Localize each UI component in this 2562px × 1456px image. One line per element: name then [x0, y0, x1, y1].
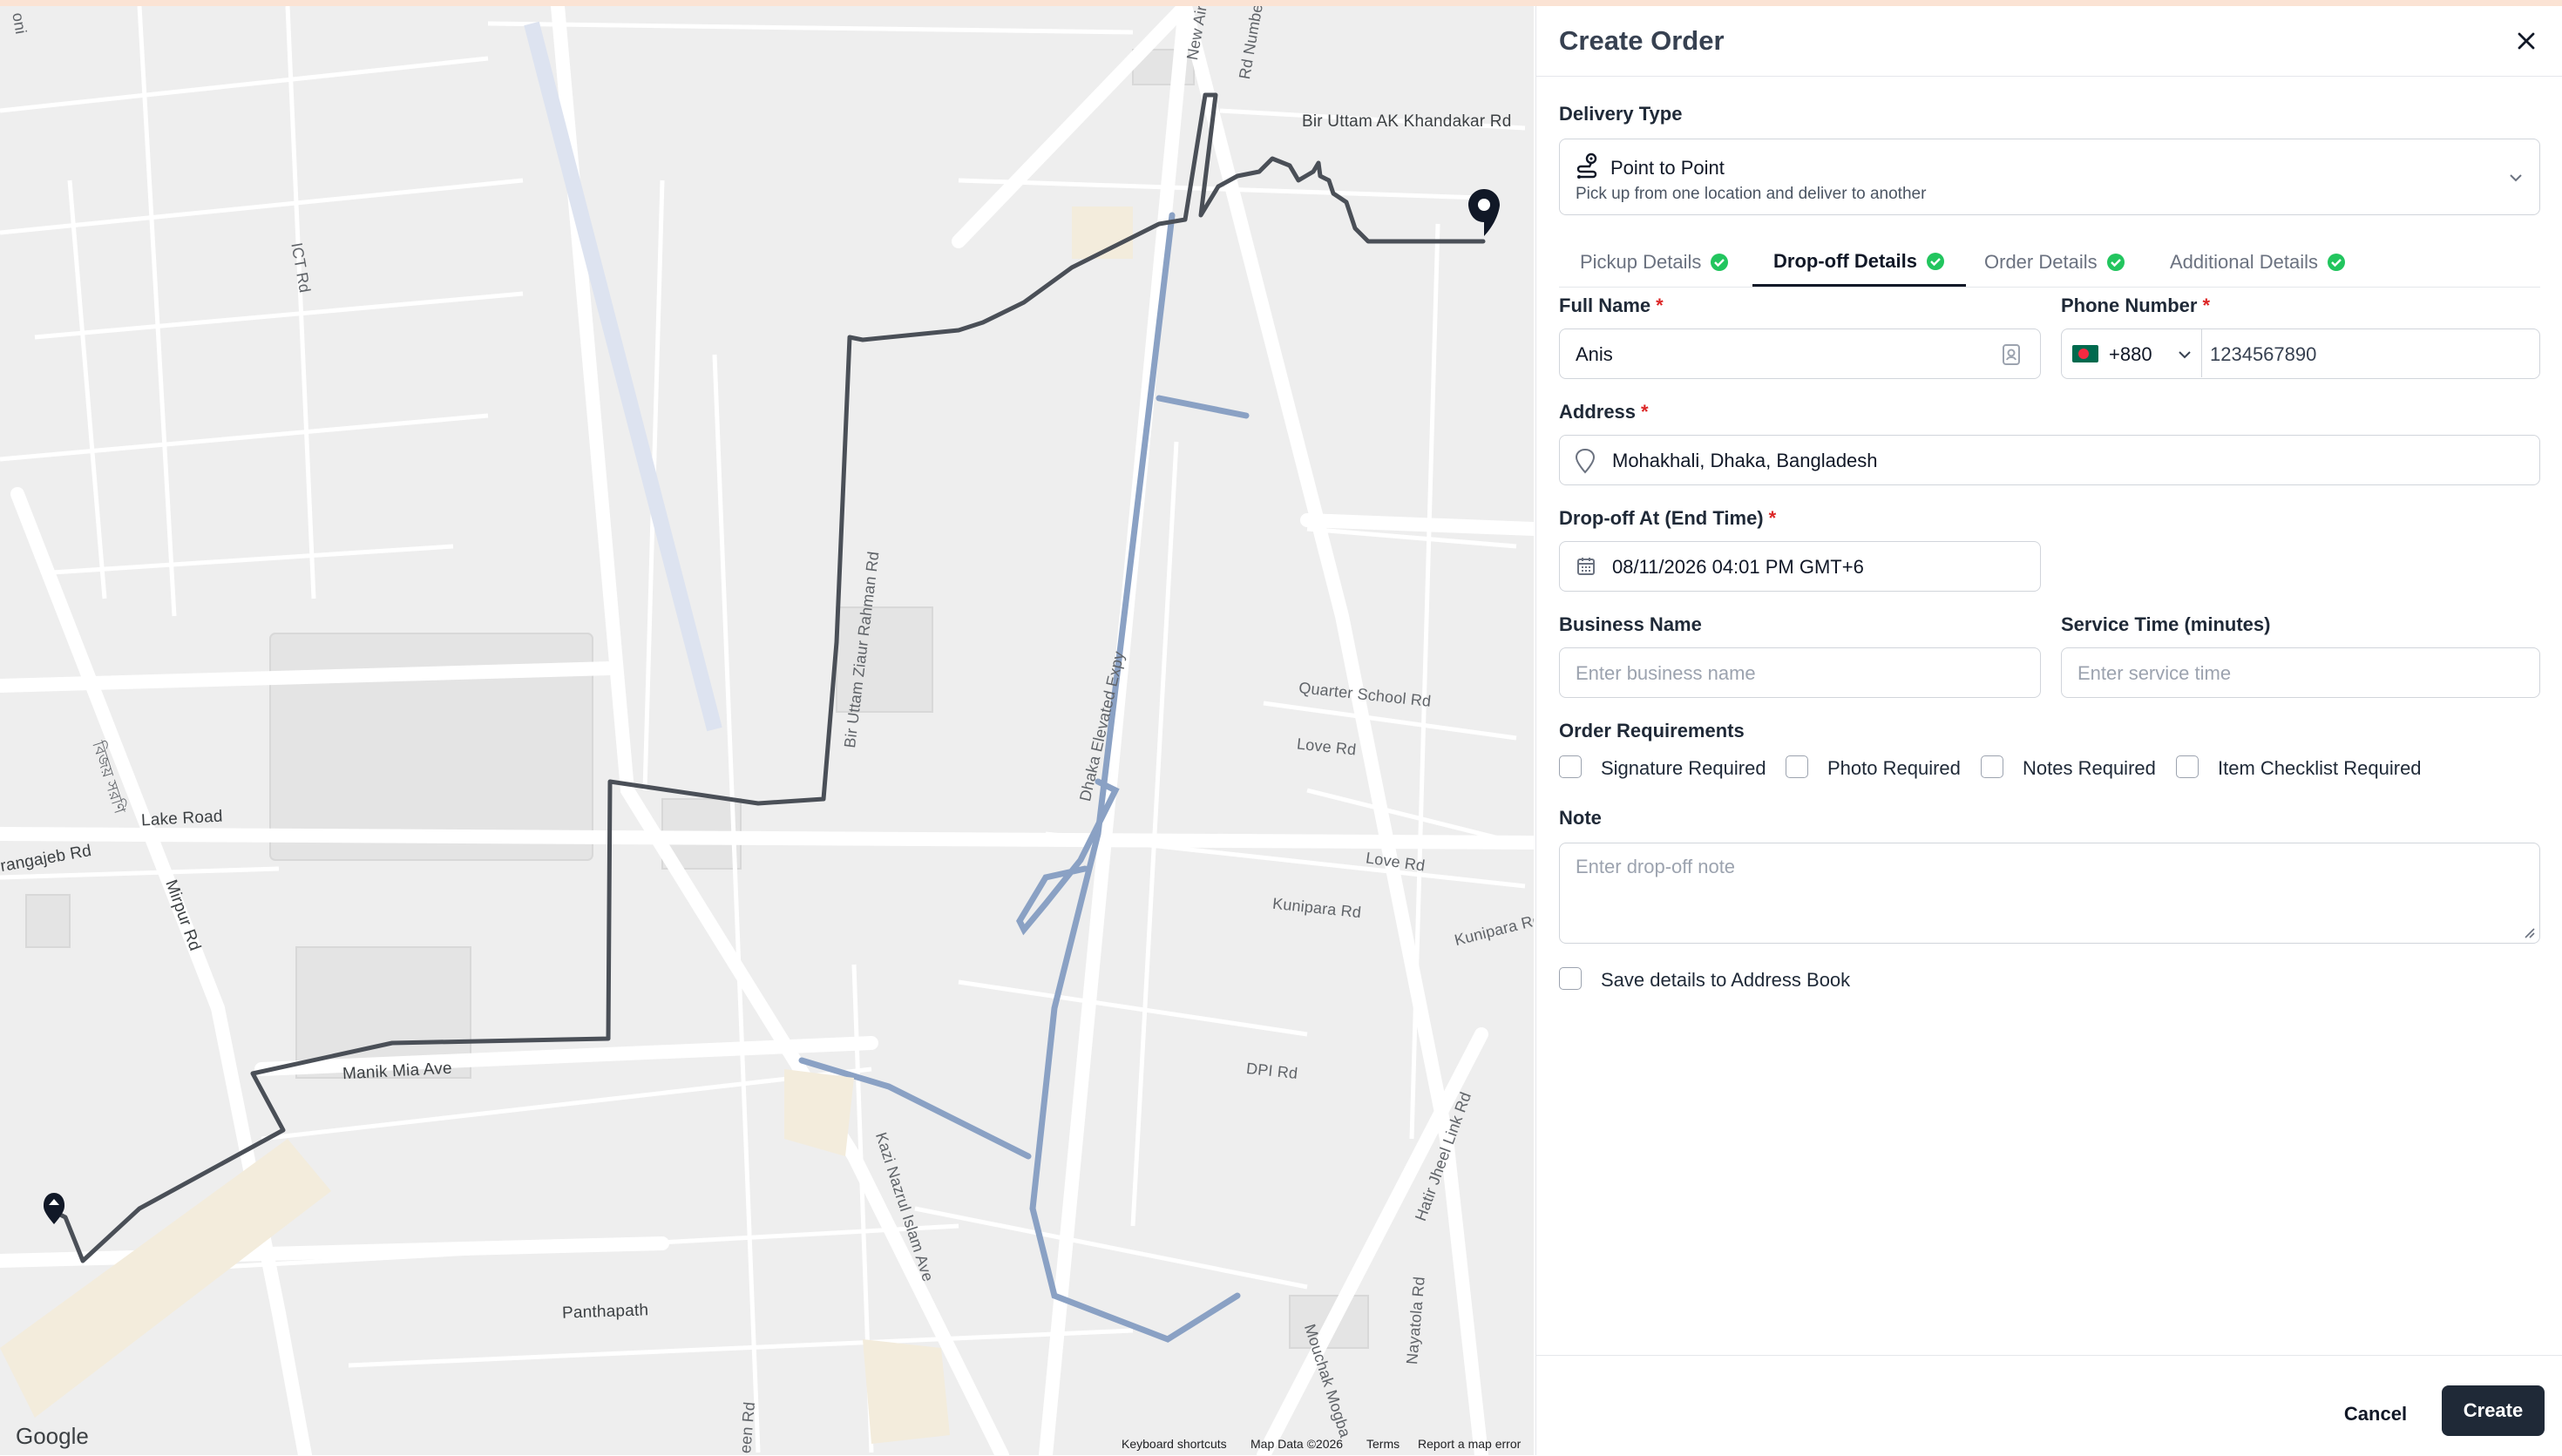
dropoff-time-label: Drop-off At (End Time) * [1559, 507, 1777, 529]
item-checklist-required-label: Item Checklist Required [2218, 757, 2422, 779]
map-label-road: Panthapath [561, 1301, 649, 1323]
contact-book-icon[interactable] [2001, 343, 2022, 366]
note-placeholder: Enter drop-off note [1576, 856, 1736, 877]
terms-link[interactable]: Terms [1366, 1437, 1400, 1451]
tab-additional-details[interactable]: Additional Details [2170, 238, 2346, 287]
note-label: Note [1559, 807, 1602, 829]
tab-label: Order Details [1984, 251, 2098, 273]
tab-dropoff-details[interactable]: Drop-off Details [1752, 238, 1966, 287]
photo-required-checkbox[interactable] [1786, 755, 1808, 778]
report-map-error-link[interactable]: Report a map error [1418, 1437, 1521, 1451]
address-field[interactable]: Mohakhali, Dhaka, Bangladesh [1559, 435, 2540, 485]
photo-required-label: Photo Required [1827, 757, 1961, 779]
resize-handle-icon[interactable] [2522, 925, 2536, 939]
service-time-label: Service Time (minutes) [2061, 613, 2271, 635]
check-circle-icon [1927, 252, 1944, 270]
map-label-road: oni [9, 11, 30, 36]
tab-label: Drop-off Details [1773, 249, 1917, 272]
country-code-select[interactable]: +880 [2062, 329, 2202, 377]
signature-required-checkbox[interactable] [1559, 755, 1582, 778]
service-time-placeholder: Enter service time [2077, 662, 2232, 684]
dropoff-time-value: 08/11/2026 04:01 PM GMT+6 [1612, 556, 1864, 578]
note-textarea[interactable]: Enter drop-off note [1559, 843, 2540, 944]
location-pin-icon [1575, 448, 1596, 474]
notes-required-label: Notes Required [2023, 757, 2156, 779]
check-circle-icon [1711, 254, 1729, 271]
delivery-type-label: Delivery Type [1559, 103, 1683, 125]
phone-number-field[interactable]: +880 1234567890 [2061, 328, 2540, 379]
delivery-type-description: Pick up from one location and deliver to… [1576, 185, 1927, 203]
panel-title: Create Order [1559, 25, 1725, 56]
map-canvas[interactable] [0, 6, 1534, 1455]
map-label-road: Bir Uttam AK Khandakar Rd [1302, 112, 1512, 131]
item-checklist-required-checkbox[interactable] [2176, 755, 2199, 778]
save-address-checkbox[interactable] [1559, 967, 1582, 990]
phone-number-value: 1234567890 [2210, 343, 2317, 365]
check-circle-icon [2106, 254, 2125, 271]
bangladesh-flag-icon [2072, 345, 2098, 362]
chevron-down-icon [2510, 174, 2522, 182]
full-name-label: Full Name * [1559, 295, 1664, 316]
check-circle-icon [2327, 254, 2345, 271]
address-label: Address * [1559, 401, 1649, 423]
order-tabs: Pickup Details Drop-off Details Order De… [1559, 238, 2540, 288]
create-order-panel: Create Order Delivery Type Point to Poin… [1535, 6, 2562, 1455]
panel-header: Create Order [1536, 6, 2562, 77]
service-time-input[interactable]: Enter service time [2061, 647, 2540, 698]
tab-order-details[interactable]: Order Details [1984, 238, 2125, 287]
business-name-placeholder: Enter business name [1576, 662, 1756, 684]
tab-label: Pickup Details [1580, 251, 1702, 273]
delivery-type-value: Point to Point [1610, 157, 1725, 179]
create-button[interactable]: Create [2442, 1385, 2545, 1436]
dropoff-time-field[interactable]: 08/11/2026 04:01 PM GMT+6 [1559, 541, 2041, 592]
save-address-label: Save details to Address Book [1601, 969, 1851, 991]
business-name-input[interactable]: Enter business name [1559, 647, 2041, 698]
google-logo: Google [16, 1423, 89, 1449]
calendar-icon [1577, 558, 1595, 575]
close-button[interactable] [2509, 24, 2544, 58]
country-code-value: +880 [2109, 343, 2152, 365]
map-data-text: Map Data ©2026 [1250, 1437, 1344, 1451]
business-name-label: Business Name [1559, 613, 1702, 635]
order-requirements-label: Order Requirements [1559, 720, 1745, 742]
cancel-button[interactable]: Cancel [2328, 1392, 2423, 1436]
full-name-value: Anis [1576, 343, 1613, 365]
tab-pickup-details[interactable]: Pickup Details [1580, 238, 1729, 287]
panel-footer: Cancel Create [1536, 1355, 2562, 1456]
top-accent-line [0, 0, 2562, 6]
keyboard-shortcuts-link[interactable]: Keyboard shortcuts [1122, 1437, 1227, 1451]
tab-label: Additional Details [2170, 251, 2318, 273]
route-icon [1576, 152, 1597, 179]
delivery-type-select[interactable]: Point to Point Pick up from one location… [1559, 139, 2540, 215]
address-value: Mohakhali, Dhaka, Bangladesh [1612, 450, 1878, 471]
chevron-down-icon [2179, 351, 2191, 359]
signature-required-label: Signature Required [1601, 757, 1766, 779]
phone-number-label: Phone Number * [2061, 295, 2211, 316]
map-view[interactable]: Bir Uttam AK Khandakar Rd New Airport Rd… [0, 6, 1534, 1455]
close-icon [2518, 32, 2535, 50]
notes-required-checkbox[interactable] [1981, 755, 2003, 778]
full-name-field[interactable]: Anis [1559, 328, 2041, 379]
